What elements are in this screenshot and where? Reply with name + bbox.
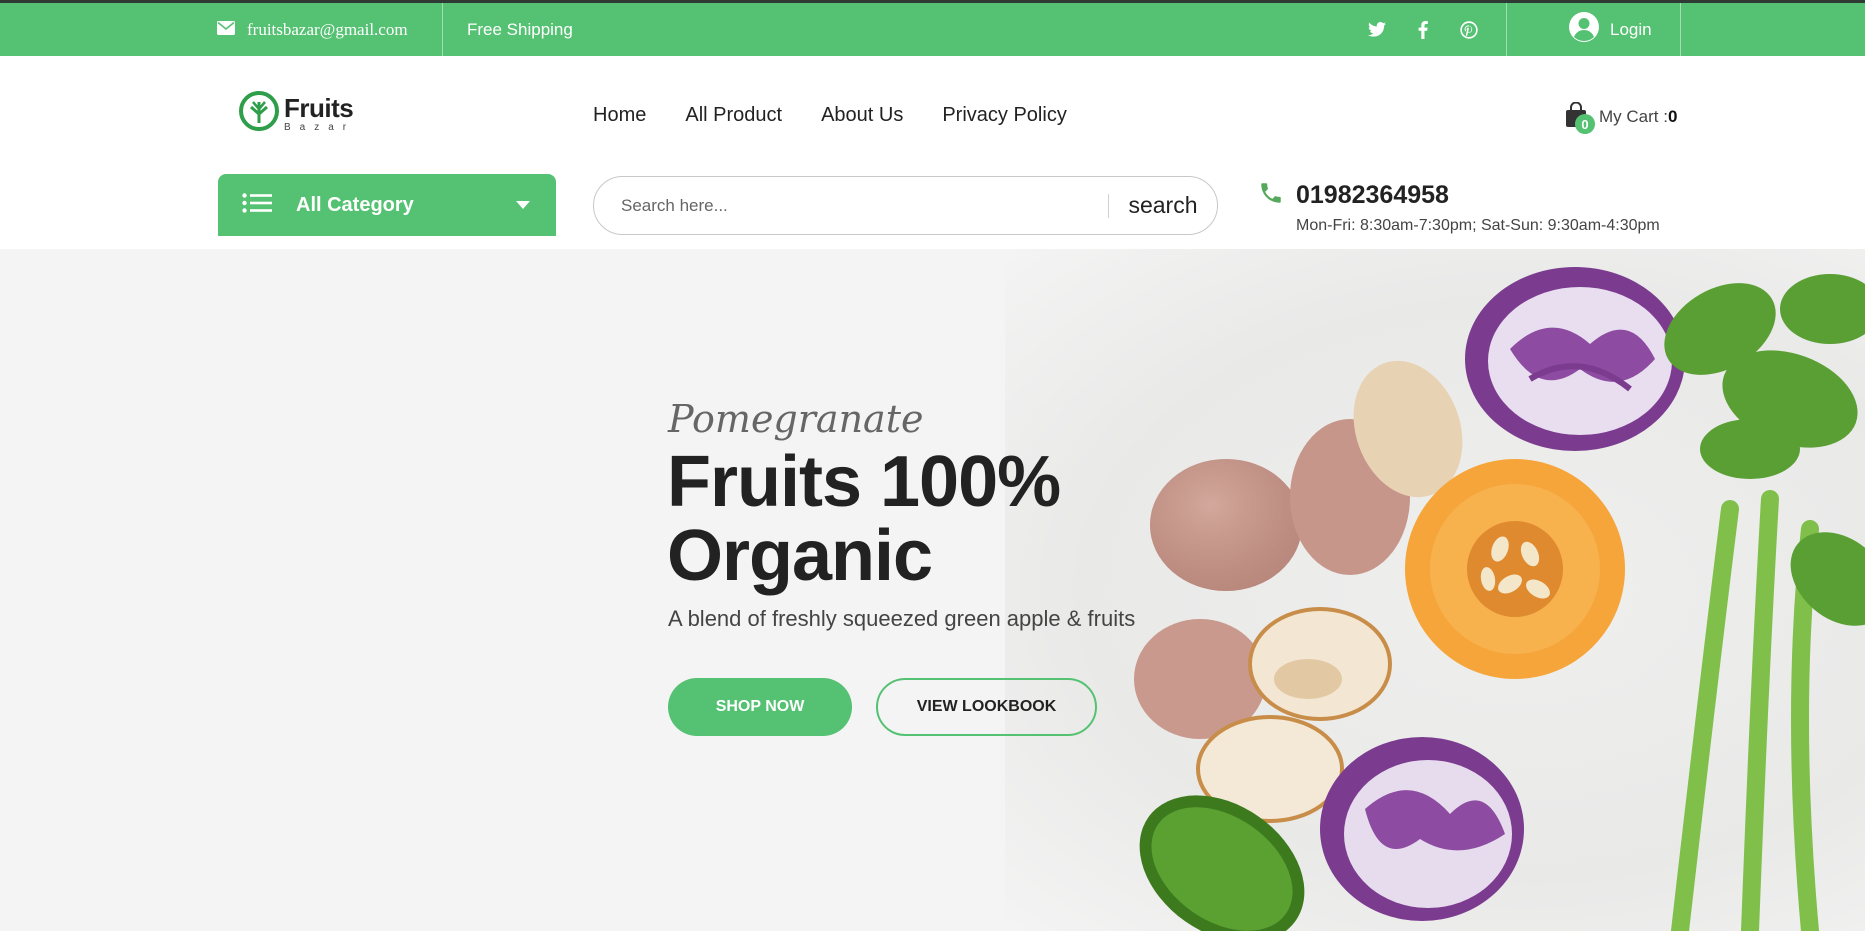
social-links — [1366, 3, 1480, 56]
search-button[interactable]: search — [1109, 192, 1217, 219]
nav-all-product[interactable]: All Product — [685, 104, 782, 127]
leaf-logo-icon — [238, 90, 280, 137]
nav-privacy-policy[interactable]: Privacy Policy — [942, 104, 1066, 127]
shipping-text: Free Shipping — [467, 19, 573, 39]
divider — [1680, 3, 1681, 56]
view-lookbook-button[interactable]: VIEW LOOKBOOK — [876, 678, 1097, 736]
user-icon — [1568, 11, 1600, 48]
category-label: All Category — [296, 193, 414, 216]
top-bar-email[interactable]: fruitsbazar@gmail.com — [217, 3, 408, 56]
login-link[interactable]: Login — [1568, 3, 1652, 56]
pinterest-icon[interactable] — [1458, 19, 1480, 41]
business-hours: Mon-Fri: 8:30am-7:30pm; Sat-Sun: 9:30am-… — [1296, 217, 1660, 234]
logo-subtitle: Bazar — [284, 121, 356, 133]
list-icon — [242, 192, 272, 218]
site-logo[interactable]: Fruits Bazar — [238, 90, 355, 137]
logo-title: Fruits — [284, 92, 354, 123]
shop-now-button[interactable]: SHOP NOW — [668, 678, 852, 736]
nav-home[interactable]: Home — [593, 104, 646, 127]
divider — [442, 3, 443, 56]
cart-button[interactable]: 0 My Cart :0 — [1565, 101, 1678, 134]
nav-about-us[interactable]: About Us — [821, 104, 903, 127]
phone-icon — [1258, 180, 1284, 211]
hero-description: A blend of freshly squeezed green apple … — [668, 606, 1136, 631]
all-category-dropdown[interactable]: All Category — [218, 174, 556, 236]
email-text: fruitsbazar@gmail.com — [247, 19, 408, 39]
main-nav: Home All Product About Us Privacy Policy — [593, 104, 1067, 127]
cart-count-badge: 0 — [1575, 114, 1595, 134]
hero-subtitle: Pomegranate — [668, 397, 924, 441]
phone-number[interactable]: 01982364958 — [1296, 181, 1449, 210]
hero-title: Fruits 100% Organic — [667, 442, 1061, 596]
hero-banner: Pomegranate Fruits 100% Organic A blend … — [0, 249, 1865, 931]
search-input[interactable] — [594, 177, 1108, 234]
top-bar: fruitsbazar@gmail.com Free Shipping Logi… — [0, 0, 1865, 56]
search-bar: search — [593, 176, 1218, 235]
contact-info: 01982364958 Mon-Fri: 8:30am-7:30pm; Sat-… — [1258, 180, 1660, 235]
divider — [1506, 3, 1507, 56]
login-label: Login — [1610, 19, 1652, 39]
vegetables-image — [1134, 267, 1865, 931]
facebook-icon[interactable] — [1412, 19, 1434, 41]
hero-title-line1: Fruits 100% — [667, 442, 1061, 522]
chevron-down-icon — [516, 201, 530, 209]
cart-count: 0 — [1667, 107, 1678, 126]
twitter-icon[interactable] — [1366, 19, 1388, 41]
hero-title-line2: Organic — [667, 516, 933, 596]
shopping-bag-icon: 0 — [1565, 101, 1595, 134]
envelope-icon — [217, 20, 235, 40]
cart-label: My Cart :0 — [1599, 107, 1678, 126]
